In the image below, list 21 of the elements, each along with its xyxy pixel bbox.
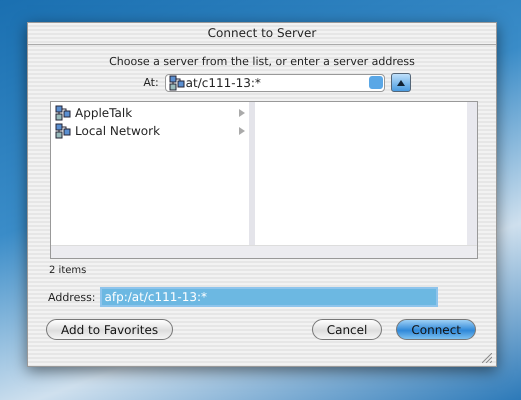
window-title: Connect to Server: [28, 23, 496, 45]
disclosure-arrow-icon: [239, 109, 245, 117]
at-label: At:: [143, 76, 159, 89]
horizontal-scrollbar[interactable]: [51, 245, 477, 258]
network-icon: [55, 123, 71, 139]
dialog-button[interactable]: Add to Favorites: [46, 319, 174, 340]
connect-button[interactable]: Connect: [396, 319, 476, 340]
up-button[interactable]: [390, 73, 411, 92]
network-icon: [55, 105, 71, 121]
dialog-button[interactable]: Cancel: [312, 319, 382, 340]
item-count: 2 items: [49, 265, 88, 276]
server-list-item[interactable]: AppleTalk: [51, 104, 249, 122]
instruction-text: Choose a server from the list, or enter a server address: [108, 55, 416, 68]
location-popup[interactable]: at/c111-13:*: [164, 74, 385, 92]
disclosure-arrow-icon: [239, 127, 245, 135]
server-icon: [168, 74, 185, 90]
up-arrow-icon: [396, 80, 405, 86]
server-list-item[interactable]: Local Network: [51, 122, 249, 140]
address-label: Address:: [48, 290, 96, 304]
resize-grip-icon[interactable]: [482, 353, 492, 363]
vertical-scrollbar[interactable]: [467, 102, 477, 245]
